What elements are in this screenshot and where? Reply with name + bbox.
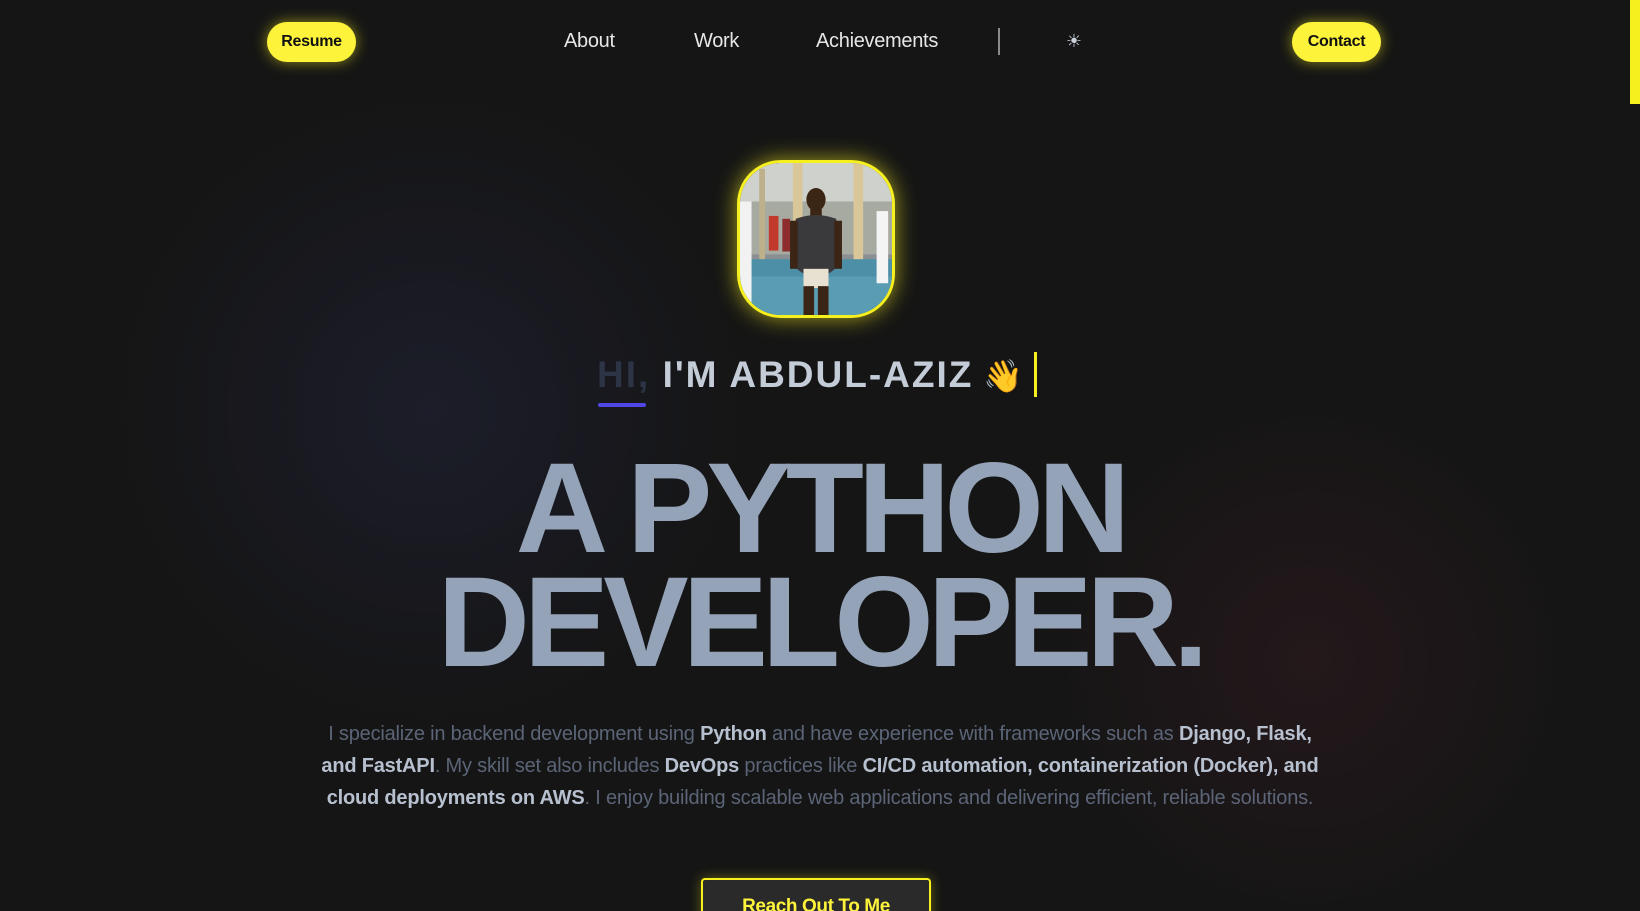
nav-link-work[interactable]: Work: [694, 30, 739, 53]
description-highlight: DevOps: [664, 755, 740, 777]
resume-button[interactable]: Resume: [267, 22, 356, 62]
hero-description: I specialize in backend development usin…: [320, 718, 1320, 814]
greeting-hi: HI,: [597, 354, 651, 395]
nav-link-about[interactable]: About: [564, 30, 615, 53]
top-navigation: Resume About Work Achievements ☀ Contact: [0, 0, 1640, 84]
headline-line-2: DEVELOPER.: [437, 551, 1208, 694]
headline-line-1: A PYTHON: [515, 437, 1131, 580]
typing-cursor: [1034, 352, 1037, 397]
description-text: I specialize in backend development usin…: [328, 723, 701, 745]
description-text: . My skill set also includes: [434, 755, 665, 777]
reach-out-button[interactable]: Reach Out To Me: [701, 878, 931, 911]
hero-greeting: HI, I'M ABDUL-AZIZ 👋: [597, 352, 1025, 398]
greeting-underline: [598, 403, 646, 407]
description-text: and have experience with frameworks such…: [766, 723, 1179, 745]
greeting-name: I'M ABDUL-AZIZ: [662, 354, 974, 395]
profile-photo: [740, 163, 892, 315]
sun-icon[interactable]: ☀: [1063, 29, 1085, 53]
profile-avatar: [737, 160, 895, 318]
description-text: practices like: [739, 755, 863, 777]
description-highlight: Python: [700, 723, 767, 745]
nav-divider: [998, 28, 1000, 55]
nav-link-achievements[interactable]: Achievements: [816, 30, 938, 53]
description-text: . I enjoy building scalable web applicat…: [584, 787, 1314, 809]
waving-hand-icon: 👋: [983, 358, 1026, 394]
contact-button[interactable]: Contact: [1292, 22, 1381, 62]
hero-headline: A PYTHON DEVELOPER.: [0, 437, 1640, 694]
